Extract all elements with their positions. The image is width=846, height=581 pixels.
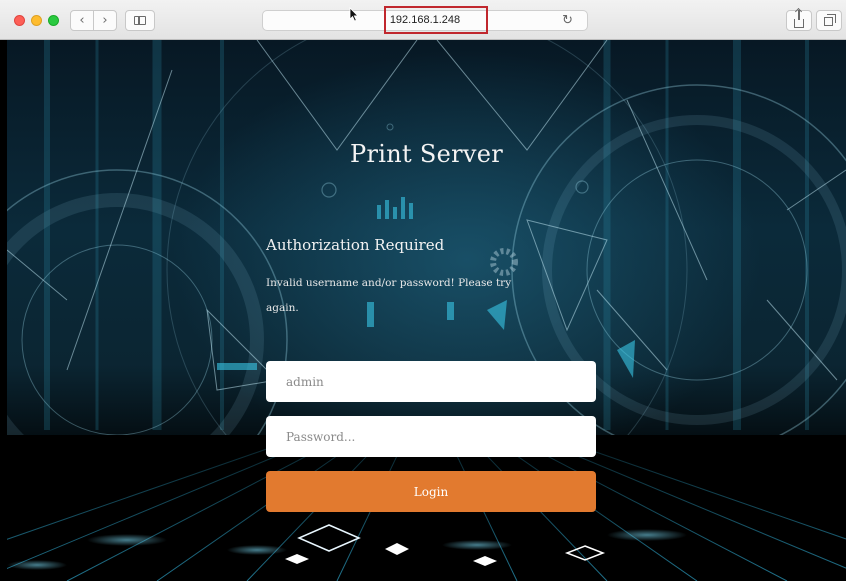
browser-toolbar: ‹ › 192.168.1.248 ↻ (0, 0, 846, 40)
login-button[interactable]: Login (266, 471, 596, 512)
back-button[interactable]: ‹ (70, 10, 94, 31)
forward-chevron-icon: › (102, 13, 108, 28)
minimize-window-button[interactable] (31, 15, 42, 26)
forward-button[interactable]: › (93, 10, 117, 31)
password-input[interactable] (266, 416, 596, 457)
close-window-button[interactable] (14, 15, 25, 26)
address-bar[interactable]: 192.168.1.248 ↻ (262, 6, 588, 34)
auth-heading: Authorization Required (266, 236, 445, 254)
error-message: Invalid username and/or password! Please… (266, 277, 512, 314)
back-chevron-icon: ‹ (79, 13, 85, 28)
share-icon (794, 9, 804, 28)
mouse-cursor-icon (349, 7, 359, 22)
tabs-icon (823, 14, 836, 26)
url-text: 192.168.1.248 (389, 14, 461, 26)
sidebar-icon (134, 16, 146, 25)
page-title: Print Server (350, 140, 503, 168)
zoom-window-button[interactable] (48, 15, 59, 26)
login-page: Print Server Authorization Required Inva… (7, 40, 846, 581)
sidebar-button[interactable] (125, 10, 155, 31)
username-input[interactable] (266, 361, 596, 402)
share-button[interactable] (786, 9, 812, 31)
show-tabs-button[interactable] (816, 10, 842, 31)
reload-icon[interactable]: ↻ (562, 13, 573, 28)
